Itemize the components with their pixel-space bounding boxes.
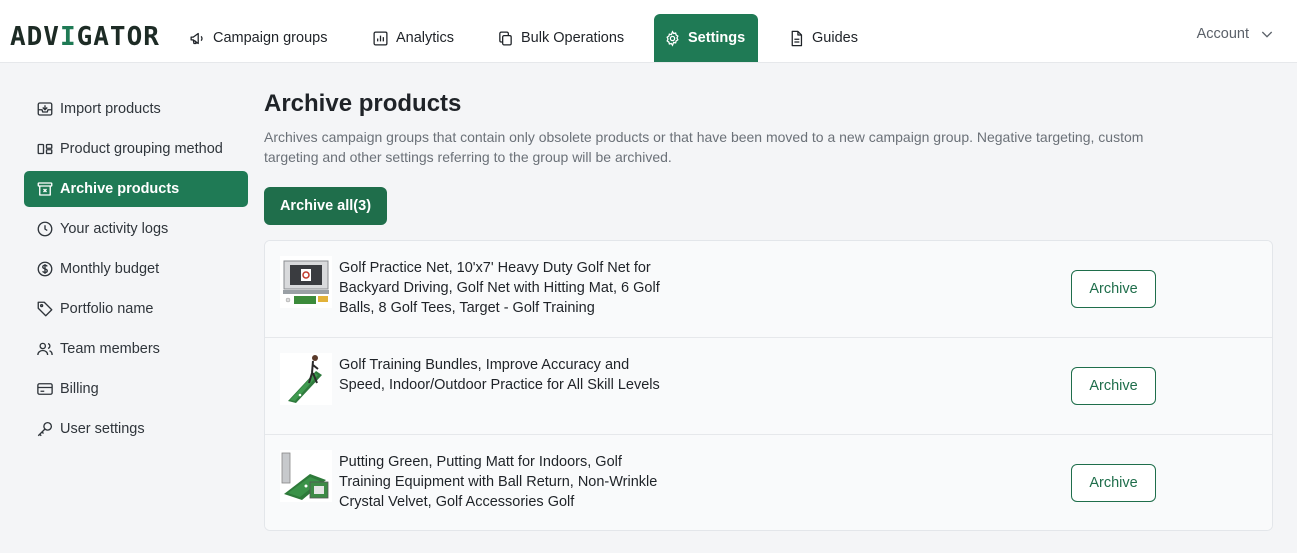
inbox-icon <box>37 102 53 116</box>
archive-button[interactable]: Archive <box>1071 270 1156 308</box>
page-title: Archive products <box>264 90 462 117</box>
grouping-icon <box>37 143 53 155</box>
document-icon <box>791 30 803 46</box>
tag-icon <box>37 301 53 317</box>
product-thumbnail-golf-training-bundle <box>280 353 332 405</box>
product-thumbnail-golf-net <box>280 256 332 308</box>
users-icon <box>37 342 53 356</box>
nav-bulk-operations[interactable]: Bulk Operations <box>487 14 634 62</box>
sidebar-item-label: Your activity logs <box>60 221 169 237</box>
sidebar-item-product-grouping-method[interactable]: Product grouping method <box>24 131 248 167</box>
sidebar-item-label: Archive products <box>60 181 180 197</box>
product-title: Golf Practice Net, 10'x7' Heavy Duty Gol… <box>339 260 660 316</box>
sidebar-item-label: Team members <box>60 341 160 357</box>
page-description: Archives campaign groups that contain on… <box>264 129 1144 165</box>
sidebar-item-portfolio-name[interactable]: Portfolio name <box>24 291 248 327</box>
chevron-down-icon <box>1261 31 1273 38</box>
sidebar-item-label: Portfolio name <box>60 301 154 317</box>
product-list: Golf Practice Net, 10'x7' Heavy Duty Gol… <box>264 240 1273 531</box>
dollar-icon <box>37 261 53 277</box>
sidebar-item-label: Billing <box>60 381 99 397</box>
nav-settings[interactable]: Settings <box>654 14 758 62</box>
clock-icon <box>37 221 53 237</box>
nav-campaign-groups[interactable]: Campaign groups <box>179 14 337 62</box>
product-row: Golf Practice Net, 10'x7' Heavy Duty Gol… <box>265 241 1272 338</box>
nav-label: Settings <box>688 30 746 46</box>
advigator-logo[interactable]: ADVIGATOR <box>10 22 160 52</box>
account-label: Account <box>1196 26 1249 42</box>
copy-icon <box>499 30 512 46</box>
archive-button[interactable]: Archive <box>1071 367 1156 405</box>
sidebar-item-archive-products[interactable]: Archive products <box>24 171 248 207</box>
sidebar-item-label: Monthly budget <box>60 261 160 277</box>
nav-label: Bulk Operations <box>521 30 625 46</box>
sidebar-item-activity-logs[interactable]: Your activity logs <box>24 211 248 247</box>
credit-card-icon <box>37 383 53 395</box>
account-menu[interactable]: Account <box>1197 26 1275 42</box>
sidebar-item-label: Import products <box>60 101 161 117</box>
archive-icon <box>37 182 53 196</box>
logo-text-prefix: ADV <box>10 22 60 52</box>
bar-chart-icon <box>373 30 388 46</box>
megaphone-icon <box>190 32 203 44</box>
sidebar-item-import-products[interactable]: Import products <box>24 91 248 127</box>
gear-icon <box>666 29 679 47</box>
sidebar-item-label: User settings <box>60 421 145 437</box>
logo-text-accent: I <box>59 22 77 52</box>
archive-all-button[interactable]: Archive all(3) <box>264 187 387 225</box>
archive-button[interactable]: Archive <box>1071 464 1156 502</box>
nav-guides[interactable]: Guides <box>778 14 868 62</box>
nav-analytics[interactable]: Analytics <box>362 14 464 62</box>
sidebar-item-user-settings[interactable]: User settings <box>24 411 248 447</box>
logo-text-suffix: GATOR <box>76 22 160 52</box>
sidebar-item-label: Product grouping method <box>60 141 223 157</box>
product-row: Putting Green, Putting Matt for Indoors,… <box>265 435 1272 530</box>
nav-label: Analytics <box>396 30 455 46</box>
sidebar-item-billing[interactable]: Billing <box>24 371 248 407</box>
product-row: Golf Training Bundles, Improve Accuracy … <box>265 338 1272 435</box>
sidebar-item-monthly-budget[interactable]: Monthly budget <box>24 251 248 287</box>
key-icon <box>37 421 53 437</box>
sidebar-item-team-members[interactable]: Team members <box>24 331 248 367</box>
product-thumbnail-putting-green <box>280 450 332 502</box>
product-title: Putting Green, Putting Matt for Indoors,… <box>339 454 658 510</box>
nav-label: Campaign groups <box>213 30 328 46</box>
top-navigation-bar: ADVIGATOR Campaign groups Analytics Bulk… <box>0 0 1297 63</box>
nav-label: Guides <box>812 30 858 46</box>
product-title: Golf Training Bundles, Improve Accuracy … <box>339 357 660 393</box>
